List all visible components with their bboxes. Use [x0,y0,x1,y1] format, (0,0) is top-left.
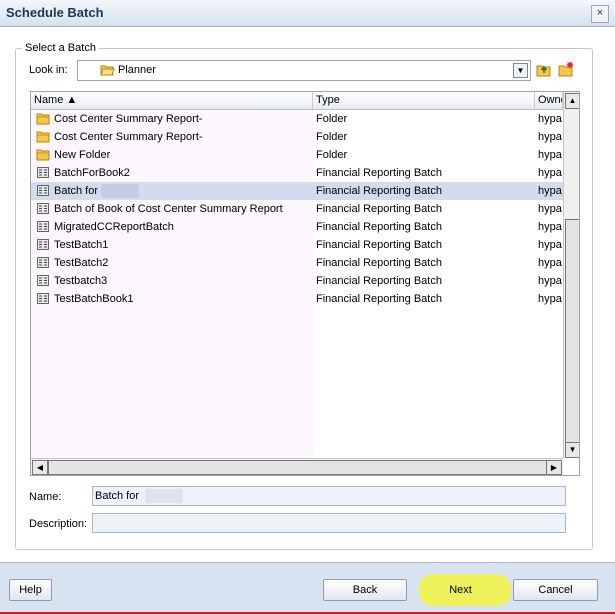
next-button[interactable]: Next [419,579,502,601]
list-row[interactable]: TestBatch2 Financial Reporting Batch hypa [31,254,579,272]
vertical-scrollbar[interactable]: ▲ ▼ [563,92,579,458]
list-row[interactable]: New Folder Folder hypa [31,146,579,164]
row-name: Batch of Book of Cost Center Summary Rep… [54,203,283,215]
row-type: Folder [316,131,348,143]
window-title: Schedule Batch [6,5,104,20]
row-owner: hypa [538,185,562,197]
batch-icon [36,166,50,182]
folder-open-icon [100,65,115,76]
scroll-left-icon[interactable]: ◀ [32,460,48,475]
row-owner: hypa [538,275,562,287]
batch-icon [36,184,50,200]
name-field-value: Batch for [95,490,140,502]
description-label: Description: [29,518,88,530]
list-row[interactable]: Batch of Book of Cost Center Summary Rep… [31,200,579,218]
batch-icon [36,220,50,236]
title-bar: Schedule Batch × [0,0,615,27]
list-row[interactable]: Cost Center Summary Report- Folder hypa [31,128,579,146]
row-owner: hypa [538,113,562,125]
batch-icon [36,202,50,218]
row-owner: hypa [538,239,562,251]
redacted-text [101,184,139,198]
cancel-button[interactable]: Cancel [513,579,598,601]
close-icon[interactable]: × [591,5,609,23]
look-in-label: Look in: [29,64,68,76]
row-type: Financial Reporting Batch [316,167,442,179]
name-label: Name: [29,491,62,503]
list-row[interactable]: Cost Center Summary Report- Folder hypa [31,110,579,128]
row-type: Financial Reporting Batch [316,239,442,251]
group-label: Select a Batch [22,42,99,54]
folder-icon [36,148,50,164]
batch-icon [36,274,50,290]
batch-icon [36,292,50,308]
look-in-value: Planner [118,64,156,76]
list-row[interactable]: Batch for Financial Reporting Batch hypa [31,182,579,200]
redacted-text [145,489,183,503]
list-header: Name ▲ Type Owne [31,92,579,110]
row-type: Financial Reporting Batch [316,221,442,233]
row-name: TestBatchBook1 [54,293,134,305]
row-type: Financial Reporting Batch [316,275,442,287]
back-button[interactable]: Back [323,579,407,601]
row-owner: hypa [538,149,562,161]
row-name: TestBatch2 [54,257,109,269]
row-name: Testbatch3 [54,275,108,287]
description-field[interactable] [92,513,566,533]
row-name: BatchForBook2 [54,167,130,179]
list-row[interactable]: BatchForBook2 Financial Reporting Batch hy… [31,164,579,182]
folder-up-icon[interactable] [535,60,553,78]
help-button[interactable]: Help [9,579,52,601]
scroll-right-icon[interactable]: ▶ [546,460,562,475]
row-owner: hypa [538,203,562,215]
row-type: Financial Reporting Batch [316,203,442,215]
column-owner[interactable]: Owne [535,92,563,109]
scroll-down-icon[interactable]: ▼ [565,442,579,458]
row-name: Cost Center Summary Report- [54,131,203,143]
name-field[interactable]: Batch for [92,486,566,506]
row-type: Folder [316,113,348,125]
row-owner: hypa [538,131,562,143]
list-row[interactable]: TestBatchBook1 Financial Reporting Batch h… [31,290,579,308]
row-type: Financial Reporting Batch [316,185,442,197]
list-row[interactable]: TestBatch1 Financial Reporting Batch hypa [31,236,579,254]
row-name: TestBatch1 [54,239,109,251]
folder-icon [36,112,50,128]
row-owner: hypa [538,221,562,233]
scroll-up-icon[interactable]: ▲ [565,93,579,109]
column-name[interactable]: Name ▲ [31,92,313,109]
batch-icon [36,238,50,254]
row-name: Cost Center Summary Report- [54,113,203,125]
list-row[interactable]: MigratedCCReportBatch Financial Reporting… [31,218,579,236]
list-row[interactable]: Testbatch3 Financial Reporting Batch hypa [31,272,579,290]
row-owner: hypa [538,293,562,305]
new-folder-icon[interactable] [557,60,575,78]
batch-list[interactable]: Name ▲ Type Owne Cost Center Summary Rep… [30,91,580,476]
column-type[interactable]: Type [313,92,535,109]
row-type: Financial Reporting Batch [316,293,442,305]
look-in-combo[interactable]: Planner ▼ [77,60,531,81]
horizontal-scrollbar[interactable]: ◀ ▶ [31,458,563,475]
row-name: Batch for [54,185,99,197]
row-type: Folder [316,149,348,161]
batch-icon [36,256,50,272]
folder-icon [36,130,50,146]
row-owner: hypa [538,167,562,179]
row-type: Financial Reporting Batch [316,257,442,269]
row-name: MigratedCCReportBatch [54,221,174,233]
row-owner: hypa [538,257,562,269]
chevron-down-icon[interactable]: ▼ [513,63,528,78]
horizontal-scroll-thumb[interactable] [48,460,547,475]
row-name: New Folder [54,149,111,161]
vertical-scroll-thumb[interactable] [565,219,579,444]
